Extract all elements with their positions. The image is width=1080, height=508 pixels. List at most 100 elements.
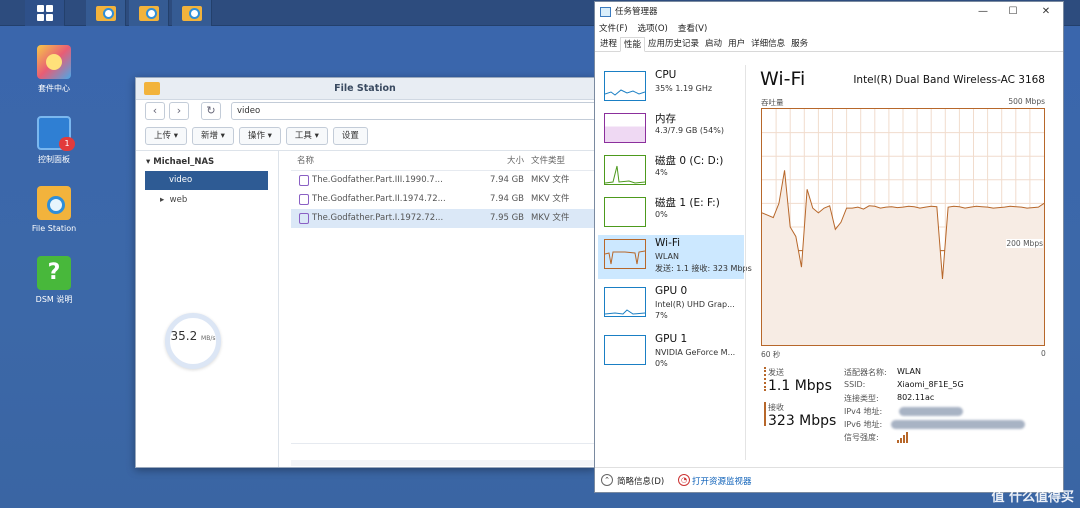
- resource-cpu[interactable]: CPU 35% 1.19 GHz: [598, 67, 744, 111]
- tab-users[interactable]: 用户: [725, 37, 748, 52]
- back-button[interactable]: ‹: [145, 102, 165, 120]
- resource-wifi[interactable]: Wi-Fi WLAN 发送: 1.1 接收: 323 Mbps: [598, 235, 752, 279]
- file-size: 7.94 GB: [489, 194, 524, 204]
- icon-label: DSM 说明: [35, 295, 73, 304]
- throughput-graph: [761, 108, 1045, 346]
- prop-type-value: 802.11ac: [897, 393, 935, 402]
- disk0-mini-graph: [604, 155, 646, 185]
- tools-button[interactable]: 工具 ▾: [285, 127, 328, 145]
- tab-processes[interactable]: 进程: [597, 37, 620, 52]
- menu-options[interactable]: 选项(O): [638, 22, 668, 37]
- video-file-icon: [299, 175, 309, 186]
- settings-button[interactable]: 设置: [332, 127, 368, 145]
- file-type: MKV 文件: [531, 175, 570, 185]
- resource-disk-0[interactable]: 磁盘 0 (C: D:) 4%: [598, 151, 744, 195]
- resource-gpu-0[interactable]: GPU 0 Intel(R) UHD Grap... 7%: [598, 283, 744, 327]
- time-left-label: 60 秒: [761, 350, 781, 359]
- gpu1-mini-graph: [604, 335, 646, 365]
- help-icon: ?: [37, 256, 71, 290]
- disk1-mini-graph: [604, 197, 646, 227]
- desktop-icon-dsm-help[interactable]: ? DSM 说明: [9, 256, 99, 305]
- folder-tree: ▾ Michael_NAS video ▸ web: [136, 151, 279, 467]
- send-value: 1.1 Mbps: [768, 378, 832, 394]
- video-file-icon: [299, 194, 309, 205]
- refresh-button[interactable]: ↻: [201, 102, 221, 120]
- mid-scale-label: 200 Mbps: [1006, 239, 1043, 248]
- resource-memory[interactable]: 内存 4.3/7.9 GB (54%): [598, 109, 744, 153]
- tab-details[interactable]: 详细信息: [748, 37, 788, 52]
- fewer-details-link[interactable]: 简略信息(D): [617, 475, 664, 487]
- taskbar-file-station-3[interactable]: [172, 0, 212, 26]
- video-file-icon: [299, 213, 309, 224]
- cpu-mini-graph: [604, 71, 646, 101]
- prop-type-key: 连接类型:: [844, 394, 879, 403]
- action-button[interactable]: 操作 ▾: [238, 127, 281, 145]
- tab-bar: 进程 性能 应用历史记录 启动 用户 详细信息 服务: [595, 37, 1063, 52]
- notification-badge: 1: [59, 137, 75, 151]
- create-button[interactable]: 新增 ▾: [191, 127, 234, 145]
- file-list: 名称 大小 文件类型 The.Godfather.Part.III.1990.7…: [291, 151, 596, 228]
- file-row-selected[interactable]: The.Godfather.Part.I.1972.72... 7.95 GB …: [291, 209, 596, 228]
- desktop-icon-control-panel[interactable]: 1 控制面板: [9, 116, 99, 165]
- transfer-speed-widget[interactable]: 35.2 MB/s: [165, 313, 221, 369]
- taskbar-file-station-1[interactable]: [86, 0, 126, 26]
- speed-unit: MB/s: [201, 335, 216, 342]
- file-name: The.Godfather.Part.I.1972.72...: [312, 213, 444, 223]
- forward-button[interactable]: ›: [169, 102, 189, 120]
- file-name: The.Godfather.Part.II.1974.72...: [312, 194, 446, 204]
- task-manager-icon: [600, 7, 611, 17]
- column-size[interactable]: 大小: [471, 151, 524, 171]
- receive-label: 接收: [768, 403, 784, 412]
- file-name: The.Godfather.Part.III.1990.7...: [312, 175, 443, 185]
- desktop-icon-package-center[interactable]: 套件中心: [9, 45, 99, 94]
- prop-ssid-value: Xiaomi_8F1E_5G: [897, 380, 964, 389]
- prop-signal-key: 信号强度:: [844, 433, 879, 442]
- upload-button[interactable]: 上传 ▾: [145, 127, 187, 145]
- open-resource-monitor-link[interactable]: 打开资源监视器: [692, 475, 752, 487]
- prop-adapter-value: WLAN: [897, 367, 922, 376]
- tab-startup[interactable]: 启动: [702, 37, 725, 52]
- desktop-icon-file-station[interactable]: File Station: [9, 186, 99, 233]
- window-titlebar[interactable]: 任务管理器 — ☐ ✕: [595, 2, 1063, 22]
- resource-list: CPU 35% 1.19 GHz 内存 4.3/7.9 GB (54%) 磁盘 …: [595, 65, 752, 463]
- redacted-ipv6: [891, 420, 1025, 429]
- menu-view[interactable]: 查看(V): [678, 22, 707, 37]
- file-row[interactable]: The.Godfather.Part.II.1974.72... 7.94 GB…: [291, 190, 596, 209]
- tree-root[interactable]: ▾ Michael_NAS: [146, 157, 214, 167]
- folder-search-icon: [181, 5, 202, 21]
- column-name[interactable]: 名称: [297, 151, 437, 171]
- maximize-button[interactable]: ☐: [998, 2, 1028, 22]
- menu-bar: 文件(F) 选项(O) 查看(V): [595, 22, 1063, 37]
- watermark: 值 什么值得买: [991, 490, 1074, 505]
- wifi-heading: Wi-Fi: [760, 68, 806, 90]
- tree-item-web[interactable]: ▸ web: [160, 195, 187, 205]
- resource-gpu-1[interactable]: GPU 1 NVIDIA GeForce M... 0%: [598, 331, 744, 375]
- file-station-icon: [37, 186, 71, 220]
- taskbar-file-station-2[interactable]: [129, 0, 169, 26]
- icon-label: 控制面板: [38, 155, 70, 164]
- tree-item-video[interactable]: video: [145, 171, 268, 190]
- collapse-icon[interactable]: ⌃: [601, 474, 613, 486]
- minimize-button[interactable]: —: [968, 2, 998, 22]
- speed-value: 35.2: [170, 329, 198, 343]
- tab-performance[interactable]: 性能: [620, 37, 646, 52]
- package-center-icon: [37, 45, 71, 79]
- memory-mini-graph: [604, 113, 646, 143]
- receive-legend: [764, 402, 766, 426]
- icon-label: 套件中心: [38, 84, 70, 93]
- main-menu-button[interactable]: [25, 0, 65, 26]
- path-field[interactable]: video: [231, 102, 601, 120]
- tab-app-history[interactable]: 应用历史记录: [645, 37, 702, 52]
- throughput-graph-svg: [761, 109, 1045, 345]
- folder-search-icon: [95, 5, 116, 21]
- menu-file[interactable]: 文件(F): [599, 22, 628, 37]
- gpu0-mini-graph: [604, 287, 646, 317]
- task-manager-window: 任务管理器 — ☐ ✕ 文件(F) 选项(O) 查看(V) 进程 性能 应用历史…: [594, 1, 1064, 493]
- tab-services[interactable]: 服务: [788, 37, 811, 52]
- window-title: File Station: [334, 83, 396, 94]
- file-row[interactable]: The.Godfather.Part.III.1990.7... 7.94 GB…: [291, 171, 596, 190]
- close-button[interactable]: ✕: [1031, 2, 1061, 22]
- window-titlebar[interactable]: File Station: [136, 78, 594, 100]
- resource-disk-1[interactable]: 磁盘 1 (E: F:) 0%: [598, 193, 744, 237]
- column-type[interactable]: 文件类型: [531, 151, 565, 171]
